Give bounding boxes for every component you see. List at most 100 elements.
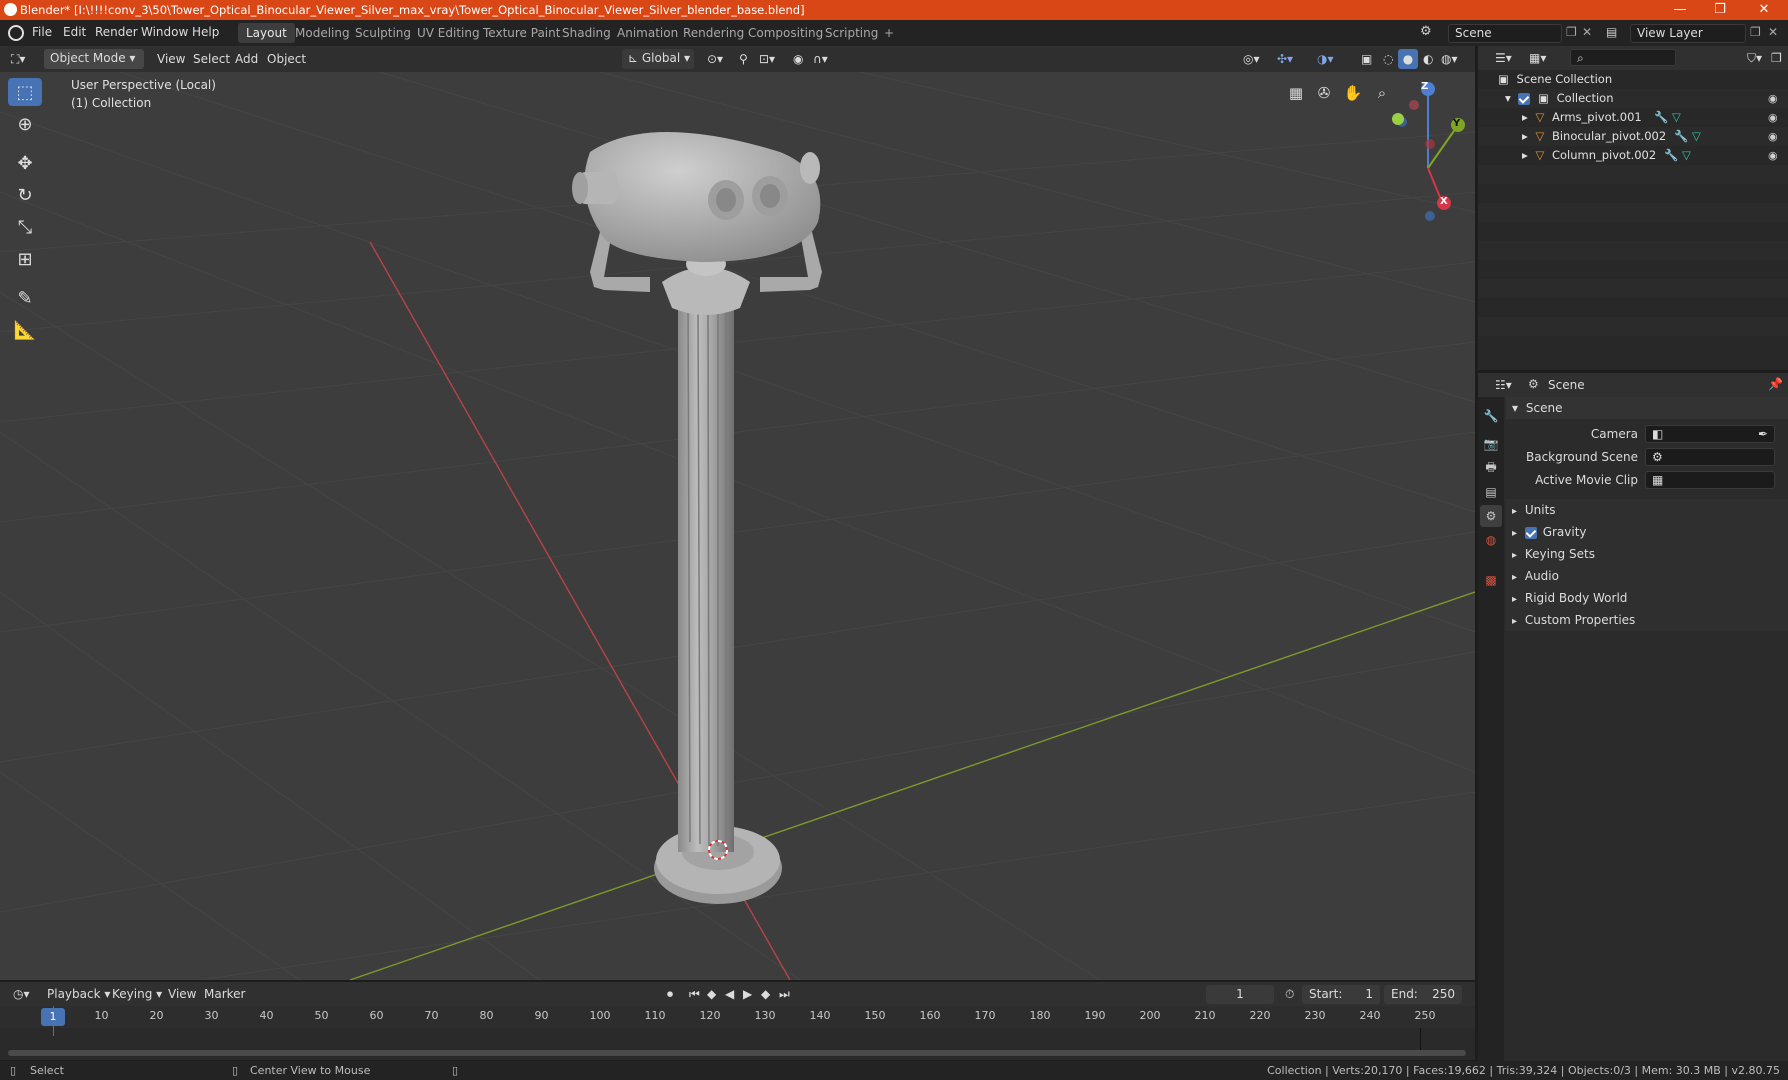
outliner-search-input[interactable]: ⌕ — [1570, 49, 1676, 66]
active-movie-clip-field[interactable]: ▦ — [1645, 471, 1775, 489]
expand-collection-icon[interactable]: ▾ — [1505, 91, 1511, 105]
add-menu[interactable]: Add — [230, 49, 263, 69]
overlay-toggle-icon[interactable]: ◑▾ — [1312, 49, 1339, 69]
camera-icon[interactable]: ✇ — [1311, 80, 1337, 106]
object-eye-icon[interactable]: ◉ — [1768, 127, 1778, 146]
add-workspace-button[interactable]: + — [876, 23, 902, 43]
delete-view-layer-icon[interactable]: ✕ — [1768, 25, 1778, 39]
menu-edit[interactable]: Edit — [63, 25, 86, 39]
render-tab-icon[interactable]: 📷 — [1480, 433, 1502, 455]
cursor-tool-icon[interactable]: ⊕ — [8, 110, 42, 138]
collection-eye-icon[interactable]: ◉ — [1768, 89, 1778, 108]
select-box-tool-icon[interactable]: ⬚ — [8, 78, 42, 106]
record-icon[interactable]: ⏺ — [662, 984, 678, 1004]
scene-panel-header[interactable]: ▾ Scene — [1506, 397, 1788, 419]
texture-tab-icon[interactable]: ▩ — [1480, 569, 1502, 591]
editor-type-icon[interactable]: ⛶▾ — [6, 49, 30, 69]
auto-keying-clock-icon[interactable]: ⏱ — [1280, 984, 1299, 1004]
rotate-tool-icon[interactable]: ↻ — [8, 181, 42, 209]
camera-field[interactable]: ◧ ✒ — [1645, 425, 1775, 443]
solid-shading-icon[interactable]: ● — [1398, 49, 1418, 69]
tool-tab-icon[interactable]: 🔧 — [1480, 405, 1502, 427]
proportional-editing-icon[interactable]: ◉ — [788, 49, 808, 69]
close-button[interactable]: ✕ — [1744, 0, 1784, 20]
world-tab-icon[interactable]: ◍ — [1480, 529, 1502, 551]
minimize-button[interactable]: — — [1660, 0, 1700, 20]
new-scene-icon[interactable]: ❐ — [1566, 25, 1577, 39]
navigation-gizmo[interactable] — [1392, 82, 1465, 221]
rigid-body-world-panel-header[interactable]: ▸ Rigid Body World — [1506, 587, 1788, 609]
play-icon[interactable]: ▶ — [738, 984, 757, 1004]
expand-object-icon[interactable]: ▸ — [1522, 148, 1528, 162]
gravity-checkbox[interactable] — [1524, 526, 1537, 539]
timeline-ruler[interactable]: 10 20 30 40 50 60 70 80 90 100 110 120 130 140 150 160 1… — [0, 1006, 1475, 1028]
timeline-view-menu[interactable]: View — [163, 984, 201, 1004]
3d-viewport[interactable]: Z Y X ▦ ✇ ✋ ⌕ — [0, 72, 1475, 980]
jump-end-icon[interactable]: ⏭ — [774, 984, 795, 1004]
units-panel-header[interactable]: ▸ Units — [1506, 499, 1788, 521]
outliner-row-object[interactable]: ▸ ▽ Arms_pivot.001 🔧 ▽ ◉ — [1478, 108, 1788, 127]
zoom-icon[interactable]: ⌕ — [1369, 80, 1395, 106]
outliner-row-object[interactable]: ▸ ▽ Column_pivot.002 🔧 ▽ ◉ — [1478, 146, 1788, 165]
menu-render[interactable]: Render — [95, 25, 138, 39]
view-layer-tab-icon[interactable]: ▤ — [1480, 481, 1502, 503]
gizmo-toggle-icon[interactable]: ✣▾ — [1272, 49, 1298, 69]
properties-editor-type-icon[interactable]: ☷▾ — [1490, 375, 1517, 395]
outliner-row-scene-collection[interactable]: ▣ Scene Collection — [1478, 70, 1788, 89]
object-menu[interactable]: Object — [262, 49, 311, 69]
mesh-data-icon[interactable]: ▽ — [1682, 146, 1691, 165]
timeline-editor-type-icon[interactable]: ◷▾ — [8, 984, 35, 1004]
object-eye-icon[interactable]: ◉ — [1768, 146, 1778, 165]
outliner-editor-type-icon[interactable]: ☰▾ — [1490, 48, 1517, 68]
view-layer-icon[interactable]: ▤ — [1606, 25, 1617, 39]
custom-properties-panel-header[interactable]: ▸ Custom Properties — [1506, 609, 1788, 631]
snap-icon[interactable]: ⚲ — [734, 49, 753, 69]
move-tool-icon[interactable]: ✥ — [8, 149, 42, 177]
mesh-data-icon[interactable]: ▽ — [1692, 127, 1701, 146]
keying-menu[interactable]: Keying ▾ — [107, 984, 167, 1004]
delete-scene-icon[interactable]: ✕ — [1582, 25, 1592, 39]
background-scene-field[interactable]: ⚙ — [1645, 448, 1775, 466]
expand-object-icon[interactable]: ▸ — [1522, 110, 1528, 124]
menu-window[interactable]: Window — [141, 25, 188, 39]
view-layer-selector[interactable]: View Layer — [1630, 24, 1746, 43]
eyedropper-icon[interactable]: ✒ — [1758, 426, 1768, 442]
gravity-panel-header[interactable]: ▸ Gravity — [1506, 521, 1788, 543]
snap-target-icon[interactable]: ⊡▾ — [754, 49, 780, 69]
rendered-shading-icon[interactable]: ◍▾ — [1436, 49, 1463, 69]
playback-menu[interactable]: Playback ▾ — [42, 984, 115, 1004]
visibility-icon[interactable]: ◎▾ — [1238, 49, 1265, 69]
pan-hand-icon[interactable]: ✋ — [1340, 80, 1366, 106]
modifier-icon[interactable]: 🔧 — [1664, 146, 1678, 165]
object-eye-icon[interactable]: ◉ — [1768, 108, 1778, 127]
blender-menu-icon[interactable] — [8, 25, 24, 41]
view-menu[interactable]: View — [152, 49, 190, 69]
play-reverse-icon[interactable]: ◀ — [720, 984, 739, 1004]
falloff-icon[interactable]: ∩▾ — [808, 49, 833, 69]
new-view-layer-icon[interactable]: ❐ — [1750, 25, 1761, 39]
scale-tool-icon[interactable]: ⤡ — [8, 213, 42, 241]
wireframe-shading-icon[interactable]: ◌ — [1378, 49, 1398, 69]
audio-panel-header[interactable]: ▸ Audio — [1506, 565, 1788, 587]
playhead[interactable]: 1 — [41, 1008, 65, 1026]
scene-selector[interactable]: Scene — [1448, 24, 1562, 43]
toggle-camera-view-icon[interactable]: ▦ — [1283, 80, 1309, 106]
transform-orientation-dropdown[interactable]: ⊾ Global ▾ — [622, 49, 694, 69]
marker-menu[interactable]: Marker — [199, 984, 250, 1004]
modifier-icon[interactable]: 🔧 — [1654, 108, 1668, 127]
pin-icon[interactable]: 📌 — [1768, 377, 1783, 391]
annotate-tool-icon[interactable]: ✎ — [8, 284, 42, 312]
xray-toggle-icon[interactable]: ▣ — [1356, 49, 1377, 69]
outliner-row-collection[interactable]: ▾ ▣ Collection ◉ — [1478, 89, 1788, 108]
maximize-button[interactable]: ❐ — [1700, 0, 1740, 20]
select-menu[interactable]: Select — [188, 49, 235, 69]
display-mode-icon[interactable]: ▦▾ — [1524, 48, 1551, 68]
menu-file[interactable]: File — [32, 25, 52, 39]
filter-icon[interactable]: ⛉▾ — [1742, 48, 1767, 68]
mesh-data-icon[interactable]: ▽ — [1672, 108, 1681, 127]
keying-sets-panel-header[interactable]: ▸ Keying Sets — [1506, 543, 1788, 565]
scene-icon[interactable]: ⚙ — [1420, 24, 1440, 42]
scene-tab-icon[interactable]: ⚙ — [1480, 505, 1502, 527]
expand-object-icon[interactable]: ▸ — [1522, 129, 1528, 143]
start-frame-field[interactable]: Start: 1 — [1302, 985, 1380, 1004]
